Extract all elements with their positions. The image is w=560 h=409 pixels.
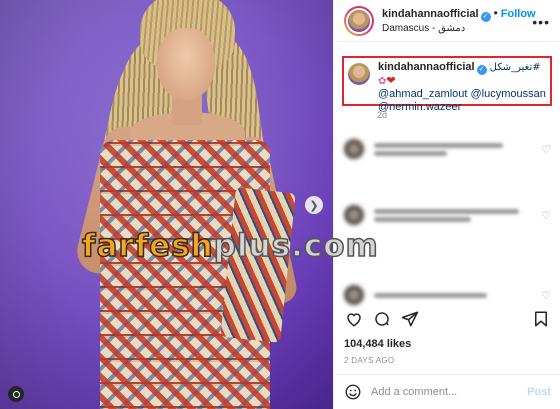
like-comment-icon[interactable]: ♡ [541, 209, 551, 222]
bookmark-icon [535, 311, 547, 327]
hashtag-link[interactable]: تغير_شكل# [490, 62, 541, 73]
post-comment-button[interactable]: Post [527, 386, 551, 398]
user-tag-icon [12, 390, 20, 398]
more-horizontal-icon[interactable]: ••• [532, 14, 550, 30]
verified-badge-icon: ✓ [480, 11, 491, 22]
comment-composer: Post [334, 374, 560, 409]
post-actions [344, 308, 551, 330]
post-sidebar: kindahannaofficial ✓ • Follow Damascus - دم… [333, 0, 560, 409]
next-photo-button[interactable]: ❯ [305, 196, 323, 214]
like-comment-icon[interactable]: ♡ [541, 289, 551, 302]
caption-username[interactable]: kindahannaofficial [378, 61, 475, 73]
save-button[interactable] [531, 309, 551, 329]
share-button[interactable] [400, 309, 420, 329]
comment-text-blurred [374, 290, 535, 301]
comment-item: ♡ [344, 202, 551, 228]
comment-text-blurred [374, 206, 535, 225]
chevron-right-icon: ❯ [309, 199, 319, 212]
like-button[interactable] [344, 309, 364, 329]
likes-count[interactable]: 104,484 likes [344, 338, 411, 350]
caption-avatar[interactable] [348, 63, 370, 85]
mention-link[interactable]: @nermin.wazeer [378, 101, 461, 113]
emoji-icon[interactable] [344, 383, 362, 401]
comment-item: ♡ [344, 136, 551, 162]
mention-link[interactable]: @lucymoussan [471, 88, 546, 100]
site-watermark: farfeshplus.com [81, 227, 379, 265]
comment-text-blurred [374, 140, 535, 159]
username-link[interactable]: kindahannaofficial [382, 8, 479, 20]
comment-item: ♡ [344, 282, 551, 308]
location-link[interactable]: Damascus - دمشق [382, 22, 536, 36]
like-comment-icon[interactable]: ♡ [541, 143, 551, 156]
post-header: kindahannaofficial ✓ • Follow Damascus - دم… [334, 0, 560, 42]
send-icon [401, 311, 419, 327]
comment-icon [375, 312, 389, 326]
avatar[interactable] [348, 9, 370, 32]
post-image[interactable]: ❯ [0, 0, 333, 409]
caption-age: 2d [377, 110, 388, 120]
story-ring[interactable] [344, 5, 374, 36]
photo-subject [60, 0, 300, 409]
comment-button[interactable] [372, 309, 392, 329]
tagged-people-button[interactable] [8, 386, 24, 402]
commenter-avatar[interactable] [344, 205, 364, 225]
verified-badge-icon: ✓ [476, 65, 487, 75]
post-date: 2 DAYS AGO [344, 356, 395, 365]
follow-button[interactable]: Follow [501, 8, 536, 20]
comment-input[interactable] [371, 386, 528, 398]
caption-highlight: kindahannaofficial ✓ تغير_شكل# ✿❤ @ahmad_… [342, 56, 552, 113]
mention-link[interactable]: @ahmad_zamlout [378, 88, 467, 100]
heart-emoji-icon: ❤ [386, 75, 396, 87]
heart-icon [347, 313, 361, 327]
commenter-avatar[interactable] [344, 285, 364, 305]
commenter-avatar[interactable] [344, 139, 364, 159]
